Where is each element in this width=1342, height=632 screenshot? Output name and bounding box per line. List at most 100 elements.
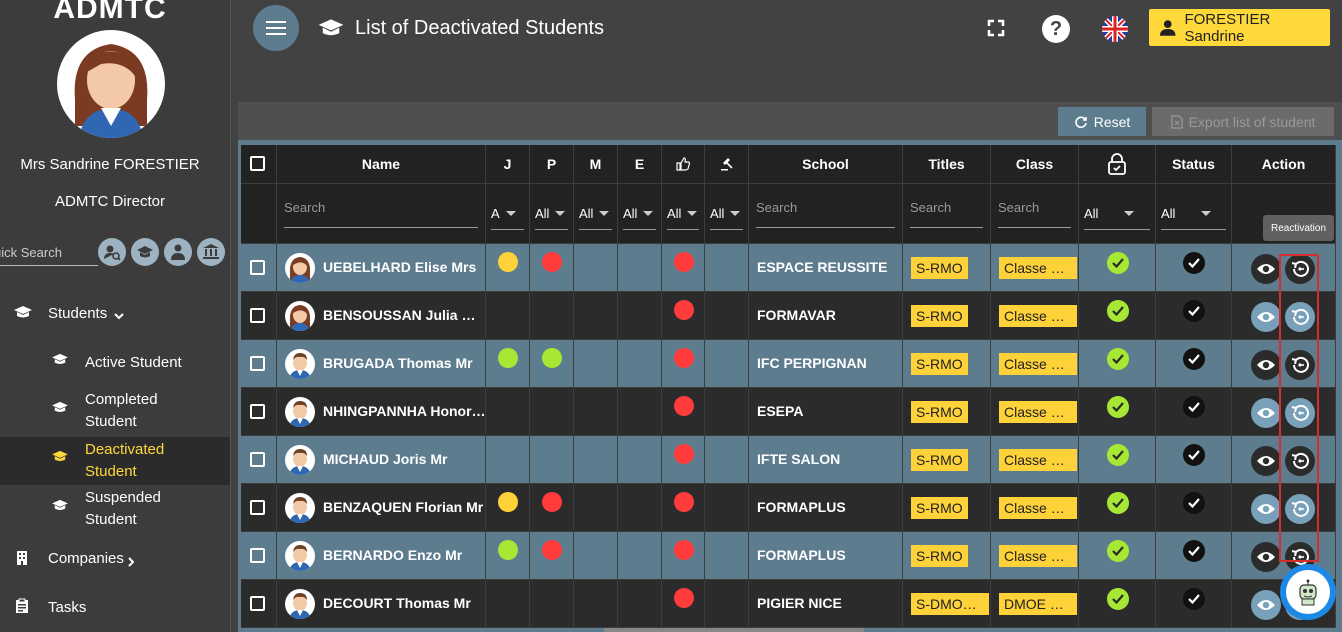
export-button[interactable]: Export list of student [1152,107,1334,136]
caret-down-icon [555,211,566,216]
row-checkbox[interactable] [250,356,265,371]
school-cap-icon[interactable] [131,238,159,266]
view-button[interactable] [1251,494,1281,524]
fullscreen-icon[interactable] [987,19,1005,42]
row-checkbox[interactable] [250,500,265,515]
nav-suspended-student[interactable]: Suspended Student [0,486,230,534]
filter-class-search-input[interactable]: Search [998,200,1039,215]
row-checkbox[interactable] [250,308,265,323]
table-cell-lock [1079,244,1156,292]
nav-active-student[interactable]: Active Student [0,348,230,378]
status-dot-p [542,252,562,272]
filter-thumb-select[interactable]: All [667,206,698,221]
filter-m-select[interactable]: All [579,206,610,221]
table-cell-school: FORMAPLUS [749,484,903,532]
filter-lock-select[interactable]: All [1084,206,1135,221]
table-cell-thumb [662,484,705,532]
student-name[interactable]: BENSOUSSAN Julia Mrs [323,307,486,323]
table-cell-m [574,244,618,292]
lock-ok-icon [1106,300,1129,322]
student-name[interactable]: BERNARDO Enzo Mr [323,547,486,563]
student-name[interactable]: MICHAUD Joris Mr [323,451,486,467]
view-button[interactable] [1251,398,1281,428]
status-check-icon [1183,396,1205,418]
student-name[interactable]: BENZAQUEN Florian Mr [323,499,486,515]
filter-j-select[interactable]: A [491,206,516,221]
row-checkbox[interactable] [250,548,265,563]
nav-completed-student[interactable]: Completed Student [0,388,230,436]
student-name[interactable]: BRUGADA Thomas Mr [323,355,486,371]
row-checkbox[interactable] [250,452,265,467]
user-menu-button[interactable]: FORESTIER Sandrine [1149,9,1330,46]
header-class[interactable]: Class [991,145,1079,184]
table-cell-m [574,340,618,388]
table-cell-e [618,388,662,436]
status-dot-thumb [674,252,694,272]
header-cb [241,145,277,184]
filter-school-search-input[interactable]: Search [756,200,797,215]
select-all-checkbox[interactable] [250,156,265,171]
view-button[interactable] [1251,350,1281,380]
header-titles[interactable]: Titles [903,145,991,184]
filter-name-search-input[interactable]: Search [284,200,325,215]
title-badge: S-DMOE P... [911,593,989,615]
filter-underline [910,227,983,228]
student-name[interactable]: UEBELHARD Elise Mrs [323,259,486,275]
help-button[interactable]: ? [1042,15,1070,43]
filter-value: All [1084,206,1099,221]
header-name[interactable]: Name [277,145,486,184]
search-user-icon[interactable] [98,238,126,266]
horizontal-scrollbar[interactable] [604,628,864,632]
student-avatar [285,397,315,427]
row-checkbox[interactable] [250,260,265,275]
nav-tasks-label: Tasks [48,599,87,616]
header-j: J [486,145,530,184]
nav-deactivated-student[interactable]: Deactivated Student [0,437,230,485]
user-tie-icon[interactable] [164,238,192,266]
table-cell-j [486,436,530,484]
filter-status-select[interactable]: All [1161,206,1212,221]
nav-completed-label-1: Completed [85,391,158,408]
filter-p-select[interactable]: All [535,206,566,221]
table-cell-gavel [705,532,749,580]
nav-completed-label-2: Student [85,413,137,430]
uk-flag-icon[interactable] [1102,16,1128,42]
class-badge: Classe R... [999,305,1077,327]
nav-tasks[interactable]: Tasks [0,593,230,623]
highlight-box [1279,254,1319,562]
row-checkbox[interactable] [250,404,265,419]
table-cell-class: Classe R... [991,388,1079,436]
header-status[interactable]: Status [1156,145,1232,184]
quick-search-input[interactable]: uick Search [0,242,98,266]
view-button[interactable] [1251,590,1281,620]
students-table: Name J P M E School Titles Class Status Action Sea… [238,140,1342,632]
table-cell-e [618,244,662,292]
reset-button[interactable]: Reset [1058,107,1146,136]
filter-e-select[interactable]: All [623,206,654,221]
institution-icon[interactable] [197,238,225,266]
view-button[interactable] [1251,542,1281,572]
chat-assistant-button[interactable] [1280,564,1336,620]
user-avatar[interactable] [57,30,165,138]
class-badge: Classe R... [999,401,1077,423]
view-button[interactable] [1251,446,1281,476]
table-cell-school: FORMAVAR [749,292,903,340]
header-school[interactable]: School [749,145,903,184]
eye-icon [1257,312,1275,322]
filter-titles-search-input[interactable]: Search [910,200,951,215]
student-name[interactable]: DECOURT Thomas Mr [323,595,486,611]
row-checkbox[interactable] [250,596,265,611]
header-gavel [705,145,749,184]
table-cell-p [530,244,574,292]
filter-gavel-select[interactable]: All [710,206,741,221]
student-name[interactable]: NHINGPANNHA Honoré ... [323,403,486,419]
table-cell-gavel [705,484,749,532]
view-button[interactable] [1251,302,1281,332]
table-cell-name: BERNARDO Enzo Mr [277,532,486,580]
view-button[interactable] [1251,254,1281,284]
filter-lock: All [1079,184,1156,244]
student-avatar [285,493,315,523]
nav-companies[interactable]: Companies [0,544,230,574]
nav-students[interactable]: Students [0,296,230,332]
menu-button[interactable] [253,5,299,51]
